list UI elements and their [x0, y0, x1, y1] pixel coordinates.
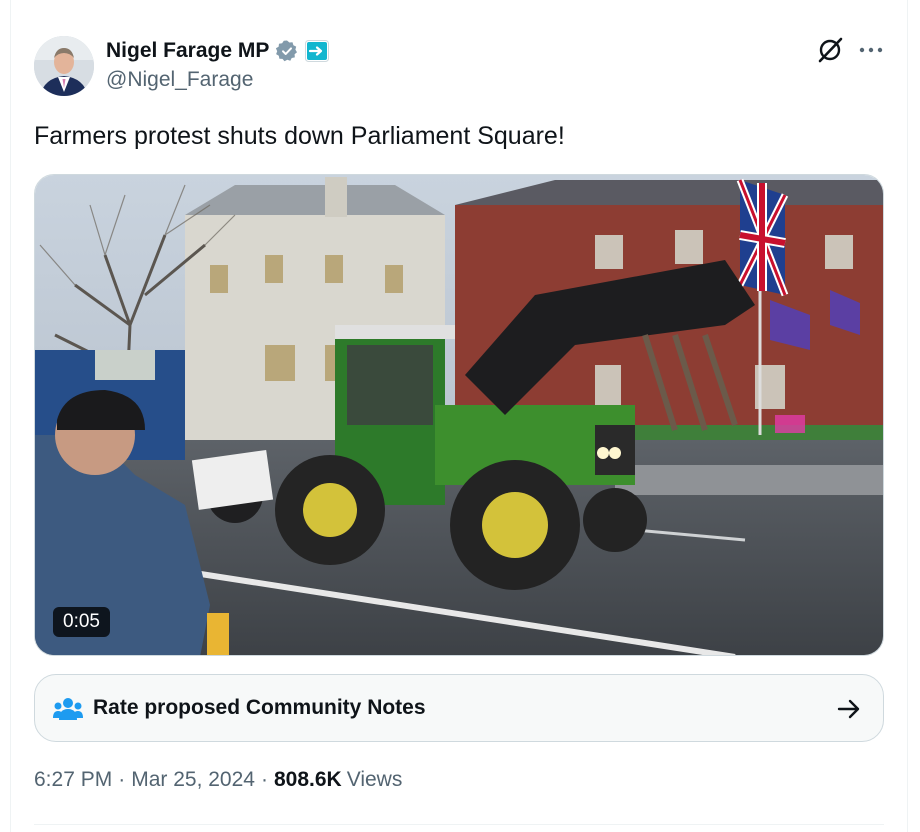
- avatar[interactable]: [34, 36, 94, 96]
- meta-separator: ·: [118, 768, 126, 791]
- divider: [34, 824, 884, 825]
- author-handle[interactable]: @Nigel_Farage: [106, 68, 253, 92]
- verified-badge-icon[interactable]: [275, 39, 299, 63]
- tweet-meta: 6:27 PM · Mar 25, 2024 · 808.6K Views: [34, 768, 402, 792]
- tweet-text: Farmers protest shuts down Parliament Sq…: [34, 122, 565, 150]
- affiliation-badge-icon[interactable]: [305, 40, 330, 62]
- video-timecode: 0:05: [53, 607, 110, 637]
- more-icon: [859, 47, 883, 53]
- video-frame: [35, 175, 883, 655]
- grok-button[interactable]: [814, 34, 846, 66]
- views-label: Views: [346, 768, 403, 791]
- author-display-name[interactable]: Nigel Farage MP: [106, 39, 269, 63]
- people-icon: [53, 698, 83, 720]
- views-count: 808.6K: [273, 768, 342, 791]
- author-name-row: Nigel Farage MP: [106, 36, 330, 66]
- meta-separator: ·: [260, 768, 268, 791]
- more-options-button[interactable]: [856, 34, 886, 66]
- post-time[interactable]: 6:27 PM: [34, 768, 112, 792]
- grok-icon: [818, 37, 843, 63]
- post-date[interactable]: Mar 25, 2024: [131, 768, 255, 792]
- rate-community-notes-button[interactable]: Rate proposed Community Notes: [34, 674, 884, 742]
- community-notes-label: Rate proposed Community Notes: [93, 696, 426, 719]
- arrow-right-icon: [837, 699, 860, 719]
- video-player[interactable]: 0:05: [34, 174, 884, 656]
- avatar-image: [34, 36, 94, 96]
